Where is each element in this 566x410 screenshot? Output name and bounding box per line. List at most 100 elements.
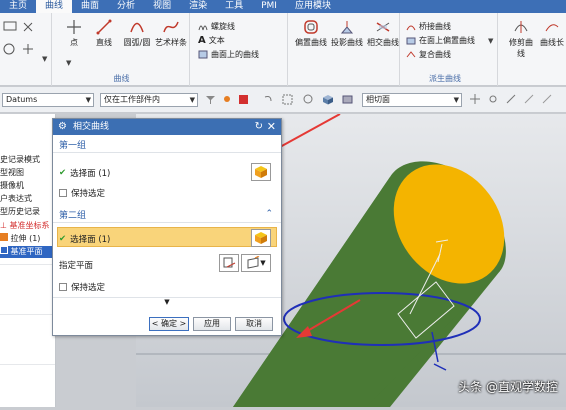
close-icon[interactable]: ✕ [267,120,276,133]
nav-row-model-views[interactable]: 型视图 [0,167,24,179]
group1-header[interactable]: 第一组 [53,139,281,153]
nav-label: 拉伸 (1) [10,234,41,243]
tab-home[interactable]: 主页 [0,0,36,13]
dialog-title-bar[interactable]: 相交曲线 [53,119,281,135]
snap-point-icon[interactable] [222,94,233,105]
composite-curve-button[interactable]: 复合曲线 [406,49,451,60]
bridge-curve-label: 桥接曲线 [419,22,451,31]
nav-row-user-expressions[interactable]: 户表达式 [0,193,32,205]
chevron-down-icon[interactable]: ▼ [66,59,71,67]
group1-select-face[interactable]: ✔ 选择面 (1) [59,167,110,179]
undo-icon[interactable] [262,94,273,105]
tab-pmi[interactable]: PMI [252,0,286,13]
group2-select-label: 选择面 (1) [70,235,111,245]
snap-center-icon[interactable] [506,94,517,105]
snap-endpoint-icon[interactable] [470,94,481,105]
arc-circle-button[interactable]: 圆弧/圆 [120,19,154,48]
ribbon-group-curve-label: 曲线 [113,74,130,83]
group2-select-face[interactable]: ✔ 选择面 (1) [59,233,110,245]
studio-spline-button[interactable]: 艺术样条 [154,19,188,48]
composite-curve-icon [406,51,416,58]
tab-curve[interactable]: 曲线 [36,0,73,13]
trim-curve-button[interactable]: 修剪曲线 [506,19,536,59]
group1-face-select-button[interactable] [251,163,271,181]
point-icon [67,20,81,34]
nav-row-model-history[interactable]: 型历史记录 [0,206,40,218]
selection-scope-select[interactable]: 仅在工作部件内 ▼ [100,93,198,107]
curve-length-button[interactable]: 曲线长 [538,19,566,48]
nav-row-datum-csys[interactable]: ⊥ 基准坐标系 [0,220,50,232]
text-button[interactable]: A 文本 [198,35,225,46]
snap-midpoint-icon[interactable] [488,94,499,105]
ribbon-group-curve: 点 直线 圆弧/圆 艺术样条 ▼ 曲线 [54,13,190,86]
bridge-curve-button[interactable]: 桥接曲线 [406,21,451,32]
datum-plane-icon [0,246,8,254]
bridge-curve-icon [406,25,416,31]
curve-on-surface-button[interactable]: 曲面上的曲线 [198,49,259,60]
chevron-down-icon: ▼ [85,96,91,104]
reset-icon[interactable]: ↻ [255,121,263,132]
select-color-icon[interactable] [238,94,249,105]
check-icon: ✔ [59,234,67,244]
gear-icon[interactable]: ⚙ [58,121,67,132]
select-rectangle-icon[interactable] [282,94,293,105]
point-button[interactable]: 点 [60,19,88,48]
type-filter-select[interactable]: Datums ▼ [2,93,94,107]
group1-keep-selected[interactable]: 保持选定 [59,187,105,199]
tab-applications[interactable]: 应用模块 [286,0,340,13]
cancel-button[interactable]: 取消 [235,317,273,331]
snap-tangent-icon[interactable] [524,94,535,105]
group2-header[interactable]: 第二组 [53,209,281,223]
intersection-curve-button[interactable]: 相交曲线 [366,19,400,48]
nav-row-history-mode[interactable]: 史记录模式 [0,154,40,166]
tab-tools[interactable]: 工具 [216,0,252,13]
cube-select-icon[interactable] [323,94,334,105]
helix-button[interactable]: 螺旋线 [198,21,235,32]
dimension-icon[interactable] [22,21,34,33]
group2-keep-selected[interactable]: 保持选定 [59,281,105,293]
select-all-icon[interactable] [303,94,314,105]
line-button[interactable]: 直线 [90,19,118,48]
group2-keep-checkbox[interactable] [59,283,67,291]
watermark: 头条 @直观学数控 [458,380,558,394]
tab-analysis[interactable]: 分析 [108,0,144,13]
chevron-down-icon[interactable]: ▼ [42,55,47,63]
plane-type-dropdown[interactable]: ▼ [241,254,271,272]
circle-icon[interactable] [3,43,15,55]
tab-render[interactable]: 渲染 [180,0,216,13]
text-label: 文本 [208,36,225,45]
dialog-title: 相交曲线 [73,122,110,132]
group2-face-select-button[interactable] [251,229,271,247]
project-curve-button[interactable]: 投影曲线 [330,19,364,48]
ok-button[interactable]: < 确定 > [149,317,189,331]
nav-label: 基准坐标系 [9,221,50,230]
type-filter-value: Datums [6,95,38,104]
nav-row-cameras[interactable]: 摄像机 [0,180,24,192]
arc-circle-label: 圆弧/圆 [123,38,151,47]
snap-on-curve-icon[interactable] [542,94,553,105]
nav-label: 史记录模式 [0,155,40,164]
plane-dialog-button[interactable] [219,254,239,272]
offset-in-face-button[interactable]: 在面上偏置曲线 [406,35,475,46]
nav-row-extrude[interactable]: 拉伸 (1) [0,233,40,245]
group1-keep-checkbox[interactable] [59,189,67,197]
more-options-toggle[interactable]: ▼ [53,297,281,307]
chevron-down-icon[interactable]: ▼ [488,37,493,45]
tab-surface[interactable]: 曲面 [72,0,108,13]
apply-button[interactable]: 应用 [193,317,231,331]
plus-icon[interactable] [22,43,34,55]
offset-curve-label: 偏置曲线 [295,38,327,47]
rectangle-icon[interactable] [3,21,17,31]
point-label: 点 [70,38,78,47]
filter-icon[interactable] [205,94,216,105]
trim-curve-label: 修剪曲线 [509,38,533,58]
line-label: 直线 [96,38,112,47]
collapse-icon[interactable]: ⌃ [265,209,273,219]
face-rule-icon[interactable] [342,94,353,105]
chevron-down-icon: ▼ [260,259,266,267]
face-rule-select[interactable]: 相切面 ▼ [362,93,462,107]
nav-row-datum-plane[interactable]: 基准平面 [0,246,54,258]
offset-curve-button[interactable]: 偏置曲线 [294,19,328,48]
selection-toolbar: Datums ▼ 仅在工作部件内 ▼ 相切面 ▼ [0,87,566,113]
tab-view[interactable]: 视图 [144,0,180,13]
